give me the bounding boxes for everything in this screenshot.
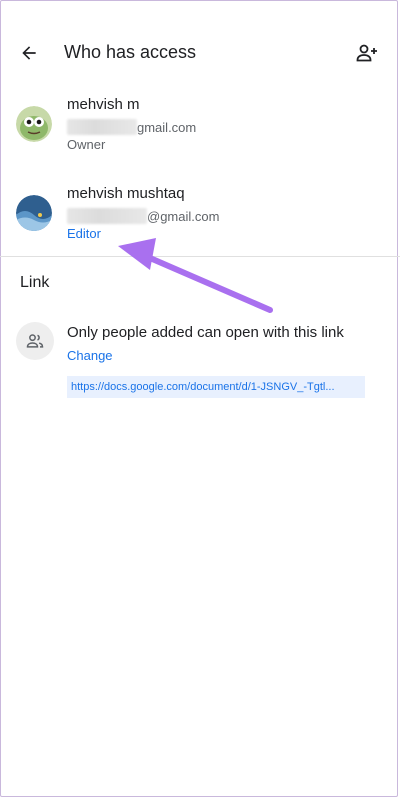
link-access-description: Only people added can open with this lin… [67, 324, 344, 341]
arrow-left-icon [22, 46, 36, 60]
role-dropdown[interactable]: Editor [67, 226, 101, 241]
change-link-access-button[interactable]: Change [67, 348, 113, 363]
link-access-icon-container [16, 322, 54, 360]
back-button[interactable] [14, 38, 44, 68]
email-domain: @gmail.com [147, 208, 220, 224]
person-email: @gmail.com [67, 207, 219, 225]
avatar-editor-icon [16, 195, 52, 231]
avatar [16, 106, 52, 142]
person-row-owner[interactable]: mehvish m gmail.com Owner [0, 94, 400, 164]
link-section-title: Link [20, 274, 50, 291]
email-domain: gmail.com [137, 119, 197, 135]
section-divider [0, 256, 400, 257]
document-link-url[interactable]: https://docs.google.com/document/d/1-JSN… [67, 376, 365, 398]
page-title: Who has access [64, 42, 197, 62]
people-icon [26, 334, 44, 348]
person-row-editor[interactable]: mehvish mushtaq @gmail.com Editor [0, 183, 400, 253]
link-settings-row: Only people added can open with this lin… [0, 318, 400, 408]
person-role: Owner [67, 137, 106, 152]
person-name: mehvish mushtaq [67, 185, 185, 202]
avatar [16, 195, 52, 231]
top-app-bar: Who has access [0, 28, 400, 78]
email-redaction [67, 119, 137, 135]
person-add-icon [356, 44, 377, 62]
avatar-owner-icon [16, 106, 52, 142]
email-redaction [67, 208, 147, 224]
add-person-button[interactable] [352, 38, 382, 68]
person-name: mehvish m [67, 96, 140, 113]
person-email: gmail.com [67, 118, 196, 136]
